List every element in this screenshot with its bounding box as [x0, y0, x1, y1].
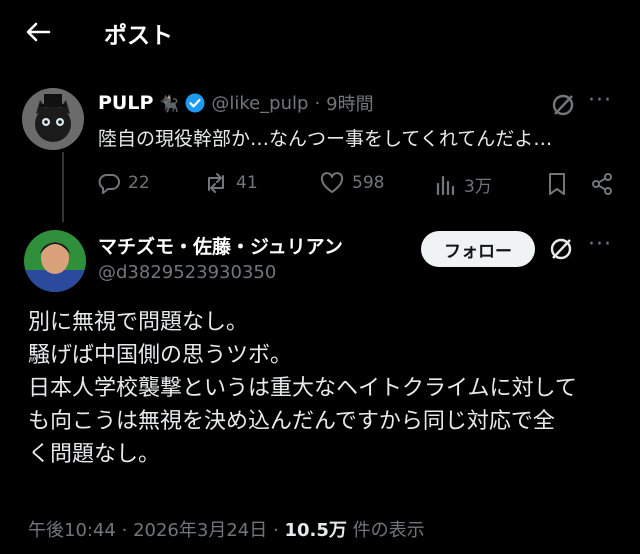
- grok-icon[interactable]: [550, 92, 576, 122]
- grok-icon[interactable]: [548, 236, 574, 266]
- repost-icon: [208, 173, 224, 193]
- reply-icon: [98, 174, 120, 194]
- post-meta: 午後10:44 · 2026年3月24日 · 10.5万 件の表示: [28, 516, 425, 542]
- reply-count: 22: [128, 173, 150, 193]
- separator: ·: [314, 92, 321, 114]
- back-arrow-icon[interactable]: [24, 18, 52, 46]
- verified-badge-icon: [185, 93, 205, 113]
- body-line: 騒げば中国側の思うツボ。: [28, 343, 293, 368]
- views-label: 件の表示: [352, 520, 425, 541]
- post-time[interactable]: 午後10:44: [28, 520, 116, 541]
- post-view-count: 10.5万: [284, 520, 347, 541]
- parent-handle[interactable]: @like_pulp: [211, 93, 308, 114]
- post-date[interactable]: 2026年3月24日: [133, 520, 267, 541]
- thread-line: [62, 152, 64, 222]
- like-count: 598: [352, 173, 385, 193]
- body-line: 日本人学校襲撃というは重大なヘイトクライムに対して: [28, 376, 577, 401]
- share-icon[interactable]: [590, 172, 614, 200]
- reply-name[interactable]: マチズモ・佐藤・ジュリアン: [98, 232, 343, 259]
- body-line: も向こうは無視を決め込んだんですから同じ対応で全: [28, 409, 555, 434]
- views-bar-chart-icon: [436, 175, 455, 195]
- body-line: く問題なし。: [28, 442, 161, 467]
- views-button[interactable]: 3万: [434, 172, 492, 197]
- follow-button[interactable]: フォロー: [421, 231, 535, 267]
- repost-button[interactable]: 41: [204, 172, 258, 194]
- repost-count: 41: [236, 173, 258, 193]
- separator: ·: [272, 520, 279, 541]
- body-line: 別に無視で問題なし。: [28, 310, 249, 335]
- parent-header: PULP 🐈‍⬛ @like_pulp · 9時間: [98, 90, 374, 116]
- separator: ·: [121, 520, 128, 541]
- heart-icon: [320, 172, 344, 193]
- cat-emoji-icon: 🐈‍⬛: [159, 93, 180, 113]
- reply-avatar[interactable]: [24, 230, 86, 292]
- bookmark-icon[interactable]: [546, 172, 568, 200]
- more-options-icon[interactable]: ···: [588, 88, 612, 113]
- parent-text: 陸自の現役幹部か…なんつー事をしてくれてんだよ…: [98, 128, 553, 150]
- like-button[interactable]: 598: [320, 172, 384, 194]
- page-title: ポスト: [104, 23, 173, 49]
- reply-button[interactable]: 22: [98, 172, 150, 194]
- reply-handle[interactable]: @d3829523930350: [98, 262, 276, 283]
- parent-avatar[interactable]: [22, 88, 84, 150]
- more-options-icon[interactable]: ···: [588, 232, 612, 257]
- reply-body: 別に無視で問題なし。 騒げば中国側の思うツボ。 日本人学校襲撃というは重大なヘイ…: [28, 306, 618, 471]
- parent-time[interactable]: 9時間: [326, 90, 373, 116]
- parent-name[interactable]: PULP: [98, 92, 153, 114]
- view-count: 3万: [464, 177, 492, 197]
